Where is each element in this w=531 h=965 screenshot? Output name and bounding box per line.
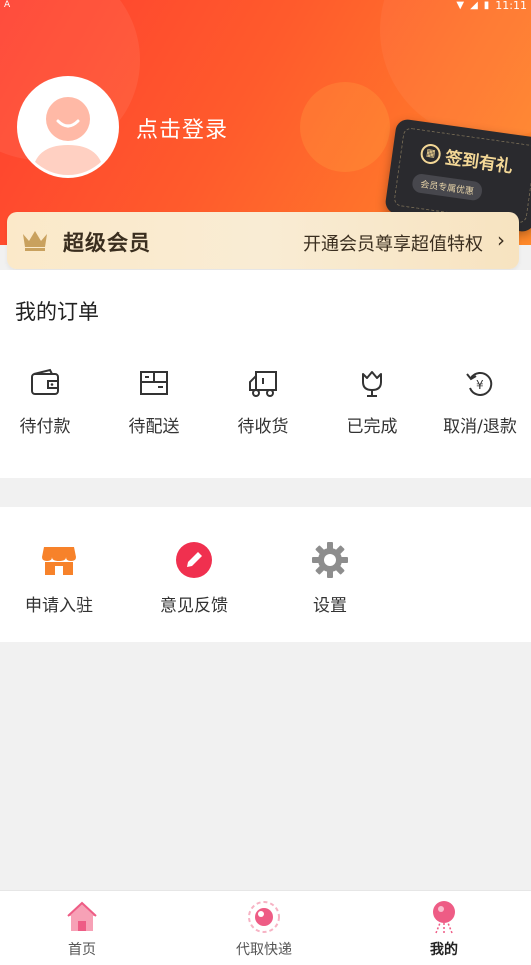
bottom-navigation: 首页 代取快递 我的 [0,890,531,965]
vip-banner[interactable]: 超级会员 开通会员尊享超值特权 › [7,212,519,269]
nav-label: 我的 [430,942,458,958]
login-link[interactable]: 点击登录 [136,112,228,144]
order-pending-delivery[interactable]: 待配送 [101,366,207,437]
order-label: 已完成 [346,417,398,437]
tulip-icon [362,371,382,397]
tool-label: 意见反馈 [160,596,228,616]
order-label: 待付款 [19,417,71,437]
settings-button[interactable]: 设置 [275,541,385,616]
wallet-icon [31,368,59,395]
package-icon [140,371,168,395]
nav-home[interactable]: 首页 [22,899,142,959]
avatar[interactable] [17,76,119,178]
order-label: 取消/退款 [443,417,517,437]
gear-icon [312,542,348,578]
order-label: 待配送 [128,417,180,437]
home-icon [67,901,97,931]
nav-label: 首页 [68,942,96,958]
vip-title: 超级会员 [63,231,151,255]
profile-icon [433,901,455,934]
status-time: 11:11 [495,0,527,12]
order-cancel-refund[interactable]: ¥ 取消/退款 [427,366,531,437]
crown-icon [23,231,47,251]
header-decoration [380,0,531,140]
tool-label: 设置 [313,596,347,616]
pencil-icon [176,542,212,578]
status-bar: A ▼ ◢ ▮ 11:11 [0,0,531,14]
refund-icon: ¥ [466,371,493,396]
order-label: 待收货 [237,417,289,437]
profile-header: A ▼ ◢ ▮ 11:11 点击登录 ▦ 签到有礼 会员专属优惠 [0,0,531,245]
chevron-right-icon: › [497,228,505,252]
tool-label: 申请入驻 [25,596,93,616]
gift-icon: ▦ [419,142,443,165]
status-indicator: A [4,0,11,10]
nav-mine[interactable]: 我的 [384,899,504,959]
truck-icon [249,371,277,397]
order-pending-receipt[interactable]: 待收货 [210,366,316,437]
order-pending-payment[interactable]: 待付款 [0,366,98,437]
apply-join-button[interactable]: 申请入驻 [4,541,114,616]
battery-icon: ▮ [483,0,490,11]
order-completed[interactable]: 已完成 [319,366,425,437]
orders-title: 我的订单 [15,300,99,324]
my-orders-section: 我的订单 待付款 待配送 待收货 已完成 ¥ 取消/退款 [0,270,531,478]
delivery-icon [248,901,280,933]
header-decoration [300,82,390,172]
vip-promo-text: 开通会员尊享超值特权 [303,234,483,255]
signal-icon: ◢ [470,0,478,11]
svg-text:¥: ¥ [476,378,484,392]
feedback-button[interactable]: 意见反馈 [139,541,249,616]
nav-delivery[interactable]: 代取快递 [204,899,324,959]
default-avatar-icon [20,79,116,175]
nav-label: 代取快递 [236,942,292,958]
tools-section: 申请入驻 意见反馈 设置 [0,507,531,642]
wifi-icon: ▼ [456,0,465,11]
store-icon [42,547,76,575]
